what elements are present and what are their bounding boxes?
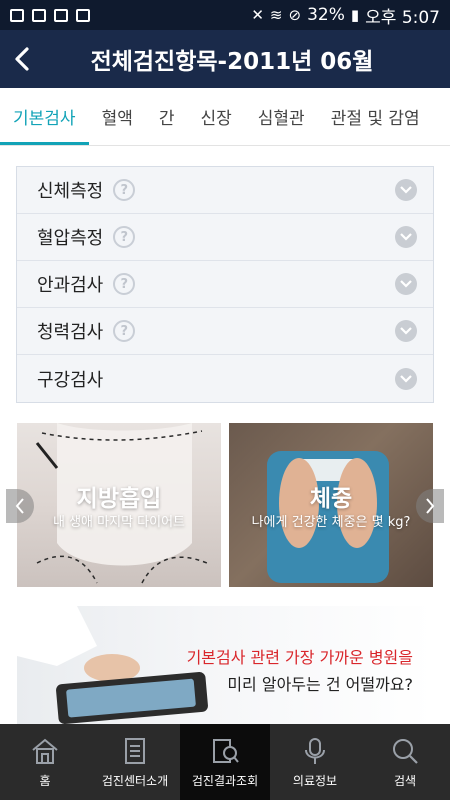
banner-weight[interactable]: 체중 나에게 건강한 체중은 몇 kg? xyxy=(229,423,433,587)
accordion-row-body-measure[interactable]: 신체측정 ? xyxy=(17,167,433,214)
accordion-label: 신체측정 xyxy=(37,181,104,202)
document-icon xyxy=(125,737,145,764)
clock: 오후 5:07 xyxy=(365,7,440,28)
banner-title: 체중 xyxy=(309,486,353,512)
nav-result-lookup[interactable]: 검진결과조회 xyxy=(180,724,270,800)
chevron-left-icon xyxy=(15,47,29,71)
chevron-down-icon[interactable] xyxy=(395,367,417,390)
chevron-down-icon[interactable] xyxy=(395,273,417,295)
chevron-down-icon[interactable] xyxy=(395,179,417,201)
promo-line-1: 기본검사 관련 가장 가까운 병원을 xyxy=(186,648,413,667)
battery-icon: ▮ xyxy=(350,6,360,24)
search-result-icon xyxy=(213,738,239,763)
accordion-label: 청력검사 xyxy=(37,322,104,343)
nav-label: 의료정보 xyxy=(292,773,338,788)
blocked-icon: ⊘ xyxy=(288,6,302,24)
nav-label: 검색 xyxy=(393,773,417,788)
promo-text: 기본검사 관련 가장 가까운 병원을 미리 알아두는 건 어떨까요? xyxy=(187,644,413,698)
tab-cardiovascular[interactable]: 심혈관 xyxy=(245,88,318,145)
app-header: 전체검진항목-2011년 06월 xyxy=(0,30,450,88)
clipboard-notification-icon xyxy=(32,8,46,22)
banner-subtitle: 나에게 건강한 체중은 몇 kg? xyxy=(251,515,411,530)
category-tabs: 기본검사 혈액 간 신장 심혈관 관절 및 감염 xyxy=(0,88,450,146)
help-icon[interactable]: ? xyxy=(113,273,136,295)
search-icon xyxy=(393,738,418,764)
wifi-icon: ≋ xyxy=(269,6,283,24)
nav-search[interactable]: 검색 xyxy=(360,724,450,800)
accordion-row-blood-pressure[interactable]: 혈압측정 ? xyxy=(17,214,433,261)
nav-label: 검진결과조회 xyxy=(191,773,259,788)
chevron-down-icon[interactable] xyxy=(395,320,417,342)
tab-joint-infection[interactable]: 관절 및 감염 xyxy=(318,88,433,145)
exam-item-list: 신체측정 ? 혈압측정 ? 안과검사 ? 청력검사 ? 구강검사 xyxy=(16,166,434,403)
promo-line-2: 미리 알아두는 건 어떨까요? xyxy=(227,675,413,694)
page-title: 전체검진항목-2011년 06월 xyxy=(90,49,374,75)
help-icon[interactable]: ? xyxy=(113,179,136,201)
accordion-row-hearing-exam[interactable]: 청력검사 ? xyxy=(17,308,433,355)
home-icon xyxy=(32,738,58,764)
hospital-promo-banner[interactable]: 기본검사 관련 가장 가까운 병원을 미리 알아두는 건 어떨까요? xyxy=(17,606,433,726)
battery-percent: 32% xyxy=(307,5,345,25)
help-icon[interactable]: ? xyxy=(113,320,136,342)
bottom-navigation: 홈 검진센터소개 검진결과조회 의료정보 검색 xyxy=(0,724,450,800)
accordion-label: 구강검사 xyxy=(37,369,104,391)
nav-home[interactable]: 홈 xyxy=(0,724,90,800)
chevron-right-icon xyxy=(426,498,435,514)
chevron-down-icon[interactable] xyxy=(395,226,417,248)
mute-icon: ✕ xyxy=(251,6,264,24)
accordion-row-eye-exam[interactable]: 안과검사 ? xyxy=(17,261,433,308)
nav-label: 홈 xyxy=(39,773,51,788)
help-icon[interactable]: ? xyxy=(113,226,136,248)
accordion-label: 혈압측정 xyxy=(37,228,104,249)
gallery-notification-icon xyxy=(10,8,24,22)
carousel-next-button[interactable] xyxy=(416,489,444,523)
calendar-notification-icon xyxy=(76,8,90,22)
nav-center-intro[interactable]: 검진센터소개 xyxy=(90,724,180,800)
status-bar: ✕ ≋ ⊘ 32% ▮ 오후 5:07 xyxy=(0,0,450,30)
tab-blood[interactable]: 혈액 xyxy=(89,88,146,145)
back-button[interactable] xyxy=(0,30,44,88)
banner-title: 지방흡입 xyxy=(76,486,162,512)
accordion-row-oral-exam[interactable]: 구강검사 xyxy=(17,355,433,402)
nav-medical-info[interactable]: 의료정보 xyxy=(270,724,360,800)
microphone-icon xyxy=(305,737,325,764)
tab-basic[interactable]: 기본검사 xyxy=(0,88,89,145)
chevron-left-icon xyxy=(15,498,24,514)
photo-notification-icon xyxy=(54,8,68,22)
tab-kidney[interactable]: 신장 xyxy=(187,88,244,145)
nav-label: 검진센터소개 xyxy=(101,773,169,788)
banner-liposuction[interactable]: 지방흡입 내 생애 마지막 다이어트 xyxy=(17,423,221,587)
tab-liver[interactable]: 간 xyxy=(146,88,188,145)
accordion-label: 안과검사 xyxy=(37,275,104,296)
banner-subtitle: 내 생애 마지막 다이어트 xyxy=(53,515,185,530)
